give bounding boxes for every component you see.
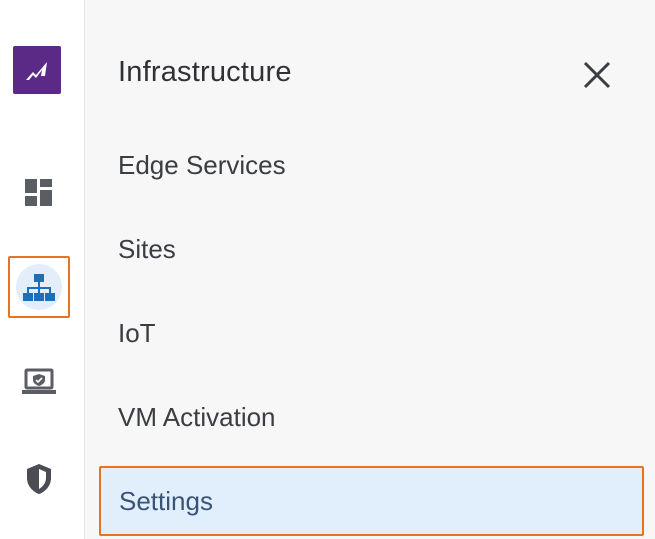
brand-logo-icon[interactable] bbox=[13, 46, 61, 94]
rail-item-dashboard[interactable] bbox=[8, 158, 70, 220]
menu-item-sites[interactable]: Sites bbox=[118, 234, 176, 265]
panel-title: Infrastructure bbox=[118, 56, 292, 88]
laptop-shield-icon bbox=[22, 368, 56, 394]
infrastructure-panel: Infrastructure Edge Services Sites IoT V… bbox=[85, 0, 655, 539]
close-icon bbox=[583, 61, 611, 89]
menu-item-vm-activation[interactable]: VM Activation bbox=[118, 402, 276, 433]
rail-item-monitor[interactable] bbox=[8, 352, 70, 414]
rail-item-security[interactable] bbox=[8, 448, 70, 510]
rail-item-infrastructure[interactable] bbox=[8, 256, 70, 318]
network-tree-icon bbox=[23, 274, 55, 301]
dashboard-icon bbox=[25, 179, 52, 206]
close-button[interactable] bbox=[580, 58, 614, 92]
menu-item-iot[interactable]: IoT bbox=[118, 318, 156, 349]
menu-item-settings-label: Settings bbox=[119, 486, 213, 516]
menu-item-edge-services[interactable]: Edge Services bbox=[118, 150, 286, 181]
shield-icon bbox=[27, 464, 51, 494]
menu-item-settings[interactable]: Settings bbox=[99, 466, 644, 536]
icon-rail bbox=[0, 0, 85, 539]
